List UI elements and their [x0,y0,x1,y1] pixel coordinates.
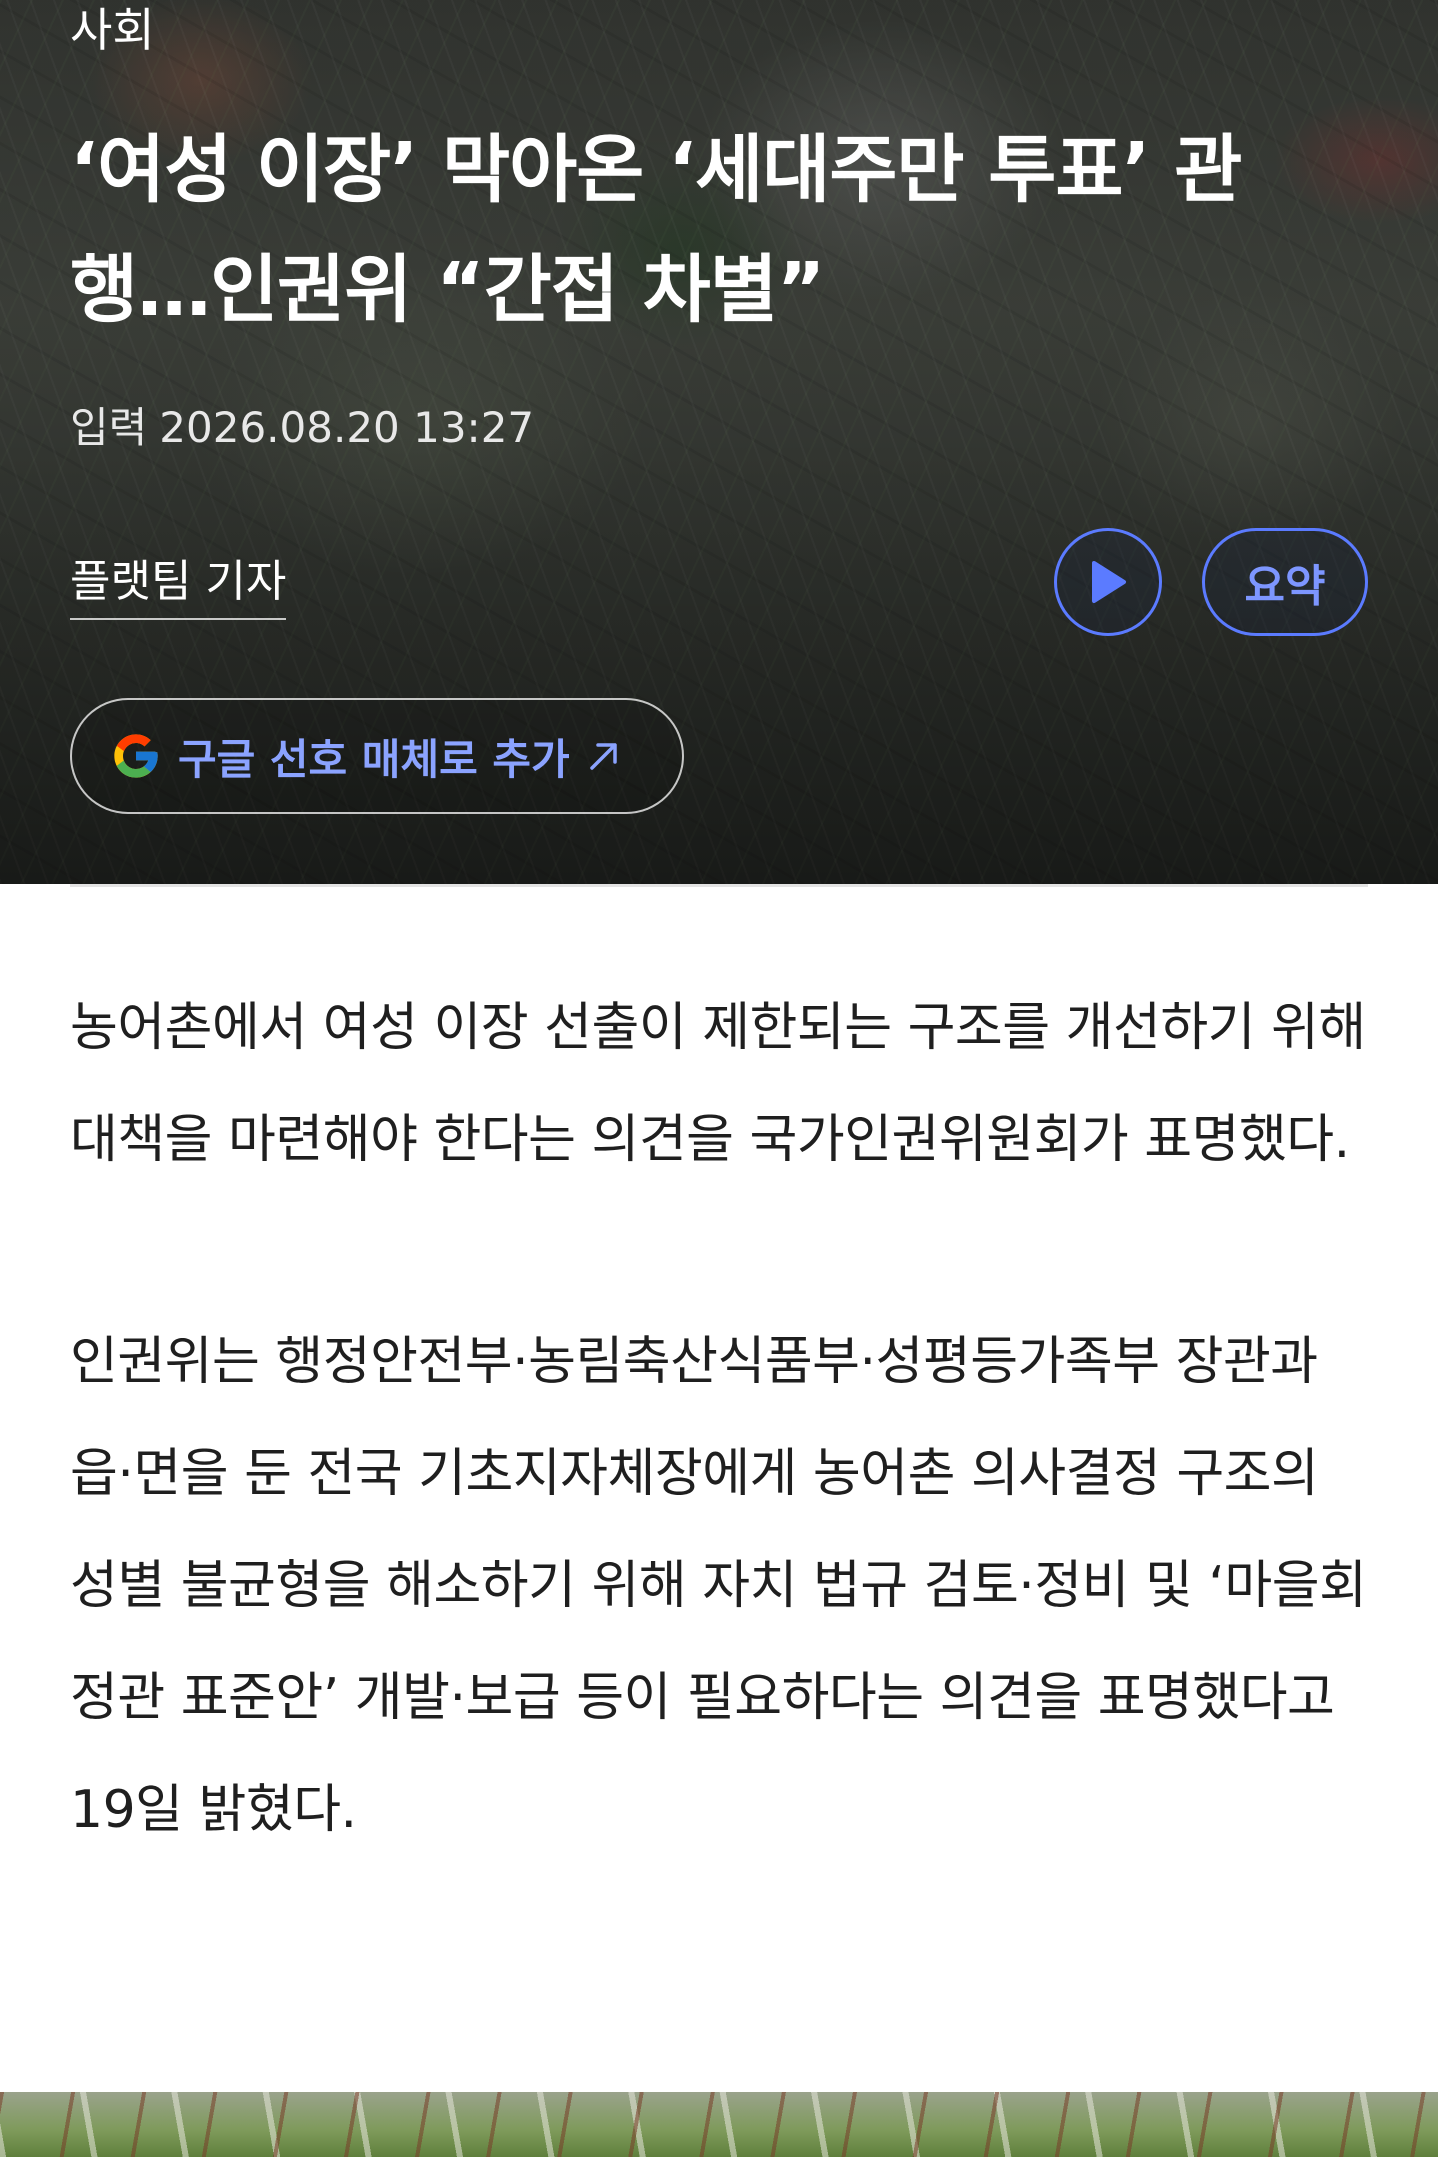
article-hero: 사회 ‘여성 이장’ 막아온 ‘세대주만 투표’ 관행…인권위 “간접 차별” … [0,0,1438,884]
article-page: 사회 ‘여성 이장’ 막아온 ‘세대주만 투표’ 관행…인권위 “간접 차별” … [0,0,1438,2157]
article-photo [0,2092,1438,2157]
add-google-preferred-source-button[interactable]: 구글 선호 매체로 추가 [70,698,684,814]
timestamp-value: 2026.08.20 13:27 [159,403,535,452]
reporter-link[interactable]: 플랫팀 기자 [70,552,287,620]
article-paragraph: 인권위는 행정안전부·농림축산식품부·성평등가족부 장관과 읍·면을 둔 전국 … [70,1332,1367,1840]
article-headline: ‘여성 이장’ 막아온 ‘세대주만 투표’ 관행…인권위 “간접 차별” [70,127,1242,333]
google-pill-label: 구글 선호 매체로 추가 [178,734,570,784]
audio-play-button[interactable] [1054,528,1162,636]
header-divider [70,884,1368,887]
play-icon [1092,561,1126,603]
hero-content: 사회 ‘여성 이장’ 막아온 ‘세대주만 투표’ 관행…인권위 “간접 차별” … [0,0,1438,884]
section-category[interactable]: 사회 [70,0,155,60]
arrow-up-right-icon [589,743,617,770]
google-logo-icon [114,734,158,778]
publish-timestamp: 입력 2026.08.20 13:27 [70,398,534,458]
timestamp-label: 입력 [70,403,148,452]
article-body: 농어촌에서 여성 이장 선출이 제한되는 구조를 개선하기 위해 대책을 마련해… [70,972,1380,1866]
article-paragraph: 농어촌에서 여성 이장 선출이 제한되는 구조를 개선하기 위해 대책을 마련해… [70,998,1366,1170]
summary-button[interactable]: 요약 [1202,528,1368,636]
